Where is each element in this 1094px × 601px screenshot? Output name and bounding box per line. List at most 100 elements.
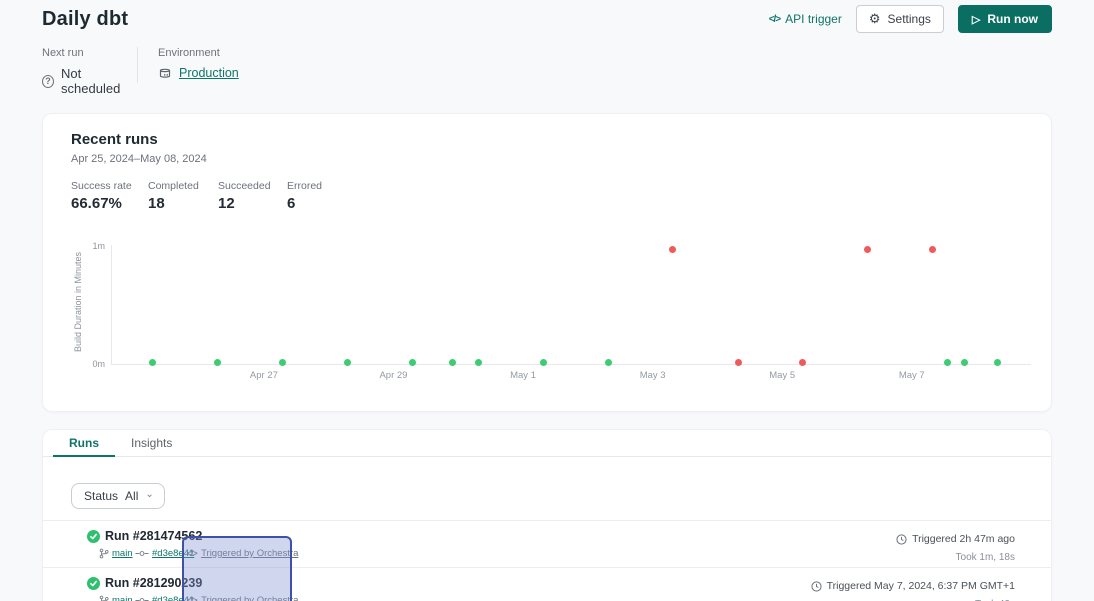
chevron-down-icon: ⌄ bbox=[145, 490, 153, 500]
branch-group: main bbox=[99, 548, 135, 559]
run-sub-row: main #d3e8e41 </> Triggered by Orchestra bbox=[99, 548, 298, 559]
success-check-icon bbox=[87, 577, 100, 590]
chart-x-tick: May 7 bbox=[899, 370, 925, 381]
chart-y-tick-1m: 1m bbox=[75, 241, 105, 251]
stat-errored: Errored 6 bbox=[287, 180, 322, 213]
succeeded-run-dot[interactable] bbox=[475, 359, 482, 366]
commit-group: #d3e8e41 bbox=[135, 595, 187, 601]
tab-bar: Runs Insights bbox=[43, 430, 1051, 457]
chart-x-tick: May 3 bbox=[640, 370, 666, 381]
run-duration: Took 1m, 18s bbox=[896, 552, 1015, 563]
succeeded-run-dot[interactable] bbox=[409, 359, 416, 366]
succeeded-run-dot[interactable] bbox=[540, 359, 547, 366]
stat-completed: Completed 18 bbox=[148, 180, 218, 213]
status-filter-dropdown[interactable]: Status All ⌄ bbox=[71, 483, 165, 509]
triggered-time-row: Triggered May 7, 2024, 6:37 PM GMT+1 bbox=[811, 580, 1015, 592]
build-duration-chart: Build Duration in Minutes 1m 0m Apr 27Ap… bbox=[71, 237, 1031, 387]
header-controls: </> API trigger ⚙ Settings ▷ Run now bbox=[769, 5, 1052, 33]
run-row-281474562[interactable]: Run #281474562 main #d3e8e41 bbox=[43, 521, 1051, 568]
tab-runs[interactable]: Runs bbox=[53, 430, 115, 457]
environment-database-icon bbox=[158, 66, 172, 80]
meta-divider bbox=[137, 47, 138, 83]
succeeded-run-dot[interactable] bbox=[279, 359, 286, 366]
trigger-group: </> Triggered by Orchestra bbox=[187, 548, 298, 559]
environment-value-row: Production bbox=[158, 66, 239, 80]
git-branch-icon bbox=[99, 595, 109, 601]
environment-label: Environment bbox=[158, 47, 239, 59]
code-icon: </> bbox=[187, 549, 197, 558]
run-now-label: Run now bbox=[987, 12, 1038, 26]
trigger-link[interactable]: Triggered by Orchestra bbox=[201, 548, 298, 559]
play-icon: ▷ bbox=[972, 13, 980, 26]
errored-run-dot[interactable] bbox=[669, 246, 676, 253]
page-title: Daily dbt bbox=[42, 8, 128, 31]
chart-x-tick: Apr 27 bbox=[250, 370, 278, 381]
succeeded-run-dot[interactable] bbox=[944, 359, 951, 366]
succeeded-run-dot[interactable] bbox=[994, 359, 1001, 366]
next-run-block: Next run ? Not scheduled bbox=[42, 47, 137, 96]
commit-icon bbox=[135, 549, 149, 558]
api-trigger-label: API trigger bbox=[785, 12, 842, 26]
code-icon: </> bbox=[187, 596, 197, 601]
chart-x-tick: May 5 bbox=[769, 370, 795, 381]
triggered-time: Triggered 2h 47m ago bbox=[912, 533, 1015, 545]
next-run-value-row: ? Not scheduled bbox=[42, 66, 137, 96]
top-bar: Daily dbt </> API trigger ⚙ Settings ▷ R… bbox=[0, 0, 1094, 33]
git-branch-icon bbox=[99, 548, 109, 559]
chart-x-tick: May 1 bbox=[510, 370, 536, 381]
succeeded-run-dot[interactable] bbox=[449, 359, 456, 366]
succeeded-run-dot[interactable] bbox=[214, 359, 221, 366]
run-now-button[interactable]: ▷ Run now bbox=[958, 5, 1052, 33]
errored-run-dot[interactable] bbox=[929, 246, 936, 253]
stat-succeeded: Succeeded 12 bbox=[218, 180, 287, 213]
next-run-value: Not scheduled bbox=[61, 66, 137, 96]
recent-runs-stats: Success rate 66.67% Completed 18 Succeed… bbox=[71, 180, 1051, 213]
succeeded-run-dot[interactable] bbox=[961, 359, 968, 366]
commit-group: #d3e8e41 bbox=[135, 548, 187, 559]
settings-label: Settings bbox=[888, 12, 931, 26]
chart-x-tick: Apr 29 bbox=[379, 370, 407, 381]
clock-icon bbox=[811, 581, 822, 592]
errored-run-dot[interactable] bbox=[735, 359, 742, 366]
triggered-time: Triggered May 7, 2024, 6:37 PM GMT+1 bbox=[827, 580, 1015, 592]
runs-card: Runs Insights Status All ⌄ Run #28147456… bbox=[42, 429, 1052, 601]
recent-runs-card: Recent runs Apr 25, 2024–May 08, 2024 Su… bbox=[42, 113, 1052, 412]
chart-y-axis-label: Build Duration in Minutes bbox=[73, 242, 83, 362]
branch-link[interactable]: main bbox=[112, 548, 133, 559]
job-meta: Next run ? Not scheduled Environment Pro… bbox=[0, 33, 1094, 96]
run-title[interactable]: Run #281474562 bbox=[105, 529, 298, 543]
next-run-label: Next run bbox=[42, 47, 137, 59]
code-icon: </> bbox=[769, 14, 780, 25]
trigger-link[interactable]: Triggered by Orchestra bbox=[201, 595, 298, 601]
clock-icon bbox=[896, 534, 907, 545]
api-trigger-link[interactable]: </> API trigger bbox=[769, 12, 842, 26]
settings-button[interactable]: ⚙ Settings bbox=[856, 5, 944, 33]
branch-group: main bbox=[99, 595, 135, 601]
succeeded-run-dot[interactable] bbox=[149, 359, 156, 366]
succeeded-run-dot[interactable] bbox=[344, 359, 351, 366]
trigger-group: </> Triggered by Orchestra bbox=[187, 595, 298, 601]
run-title[interactable]: Run #281290239 bbox=[105, 576, 298, 590]
recent-runs-title: Recent runs bbox=[71, 132, 1051, 148]
stat-success-rate: Success rate 66.67% bbox=[71, 180, 148, 213]
commit-icon bbox=[135, 596, 149, 601]
triggered-time-row: Triggered 2h 47m ago bbox=[896, 533, 1015, 545]
environment-block: Environment Production bbox=[158, 47, 239, 80]
filter-row: Status All ⌄ bbox=[43, 457, 1051, 521]
status-filter-label: Status bbox=[84, 489, 118, 503]
environment-link[interactable]: Production bbox=[179, 66, 239, 80]
status-filter-value: All bbox=[125, 489, 138, 503]
success-check-icon bbox=[87, 530, 100, 543]
chart-y-tick-0m: 0m bbox=[75, 359, 105, 369]
help-circle-icon: ? bbox=[42, 75, 54, 88]
errored-run-dot[interactable] bbox=[799, 359, 806, 366]
run-sub-row: main #d3e8e41 </> Triggered by Orchestra bbox=[99, 595, 298, 601]
chart-plot: Apr 27Apr 29May 1May 3May 5May 7 bbox=[111, 237, 1031, 365]
tab-insights[interactable]: Insights bbox=[115, 430, 188, 456]
errored-run-dot[interactable] bbox=[864, 246, 871, 253]
recent-runs-date-range: Apr 25, 2024–May 08, 2024 bbox=[71, 153, 1051, 166]
run-row-281290239[interactable]: Run #281290239 main #d3e8e41 bbox=[43, 568, 1051, 601]
succeeded-run-dot[interactable] bbox=[605, 359, 612, 366]
gear-icon: ⚙ bbox=[869, 11, 881, 27]
branch-link[interactable]: main bbox=[112, 595, 133, 601]
